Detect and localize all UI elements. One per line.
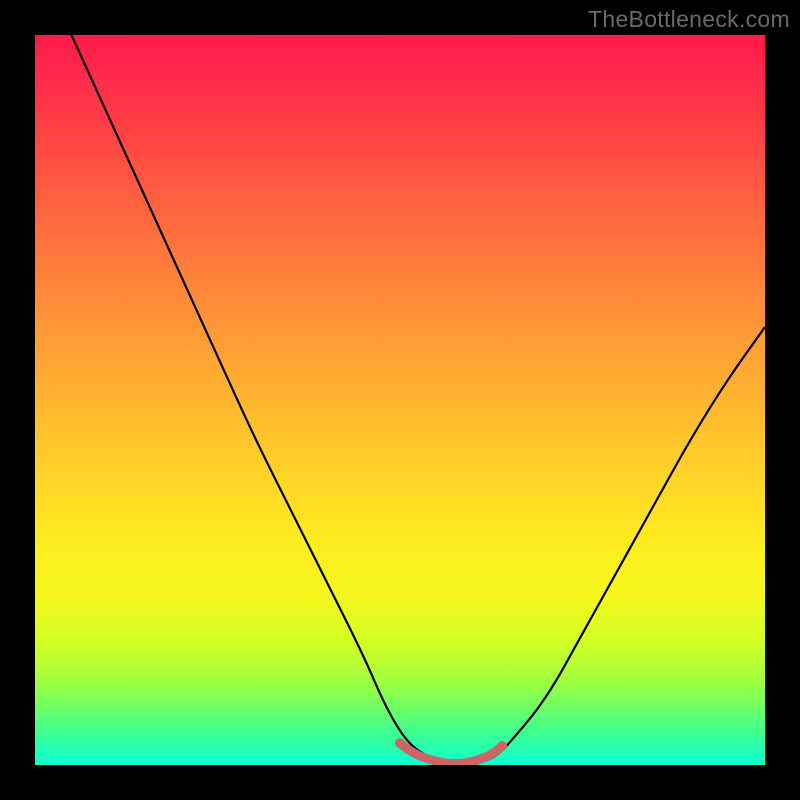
trough-end-dot [497,741,507,751]
trough-marker [400,743,502,763]
chart-svg [35,35,765,765]
plot-area [35,35,765,765]
bottleneck-curve [72,35,766,765]
trough-start-dot [395,738,405,748]
chart-frame: TheBottleneck.com [0,0,800,800]
watermark-text: TheBottleneck.com [588,6,790,33]
